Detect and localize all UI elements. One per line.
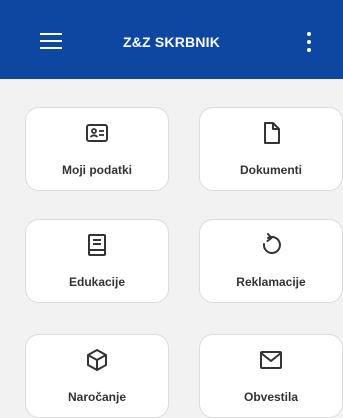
tile-narocanje[interactable]: Naročanje (25, 334, 169, 418)
tile-label: Obvestila (243, 390, 299, 404)
tile-edukacije[interactable]: Edukacije (25, 219, 169, 303)
book-icon (88, 234, 106, 256)
more-vertical-icon (307, 32, 311, 52)
box-icon (87, 349, 107, 371)
app-title: Z&Z SKRBNIK (122, 34, 221, 50)
tile-label: Reklamacije (236, 275, 306, 289)
tile-moji-podatki[interactable]: Moji podatki (25, 107, 169, 191)
envelope-icon (260, 351, 282, 369)
id-card-icon (86, 124, 108, 142)
document-icon (264, 122, 280, 144)
tile-label: Dokumenti (239, 163, 302, 177)
tile-reklamacije[interactable]: Reklamacije (199, 219, 343, 303)
tile-dokumenti[interactable]: Dokumenti (199, 107, 343, 191)
tile-label: Naročanje (67, 390, 127, 404)
app-bar: Z&Z SKRBNIK (0, 0, 343, 79)
tile-label: Edukacije (68, 275, 126, 289)
undo-arrow-icon (262, 233, 281, 254)
tile-label: Moji podatki (62, 163, 132, 177)
tile-obvestila[interactable]: Obvestila (199, 334, 343, 418)
more-options-button[interactable] (304, 31, 314, 53)
